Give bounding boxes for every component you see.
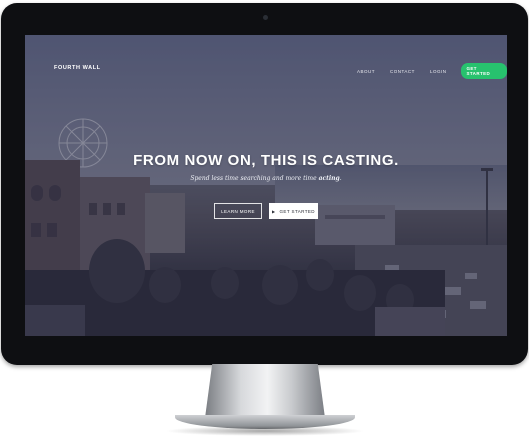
nav-get-started-button[interactable]: GET STARTED <box>461 63 507 79</box>
stand-shadow <box>165 426 365 436</box>
learn-more-button[interactable]: LEARN MORE <box>214 203 262 219</box>
hero-subtitle: Spend less time searching and more time … <box>25 175 507 182</box>
hero-subtitle-text: Spend less time searching and more time <box>190 175 319 182</box>
learn-more-label: LEARN MORE <box>221 208 255 214</box>
hero-title: FROM NOW ON, THIS IS CASTING. <box>133 152 399 169</box>
brand-logo[interactable]: FOURTH WALL <box>54 65 101 71</box>
nav-link-login[interactable]: LOGIN <box>430 69 447 74</box>
nav-link-contact[interactable]: CONTACT <box>390 69 415 74</box>
monitor-stand-neck <box>205 364 325 418</box>
get-started-label: GET STARTED <box>279 208 315 214</box>
monitor-frame: FOURTH WALL ABOUT CONTACT LOGIN GET STAR… <box>1 3 528 365</box>
get-started-button[interactable]: ▶ GET STARTED <box>269 203 318 219</box>
camera-dot <box>263 15 268 20</box>
top-nav: ABOUT CONTACT LOGIN GET STARTED <box>357 63 507 79</box>
hero-subtitle-emphasis: acting <box>318 175 340 182</box>
play-icon: ▶ <box>272 208 276 214</box>
hero-subtitle-period: . <box>339 175 342 182</box>
hero-overlay <box>25 35 507 336</box>
website-screen: FOURTH WALL ABOUT CONTACT LOGIN GET STAR… <box>25 35 507 336</box>
nav-link-about[interactable]: ABOUT <box>357 69 375 74</box>
